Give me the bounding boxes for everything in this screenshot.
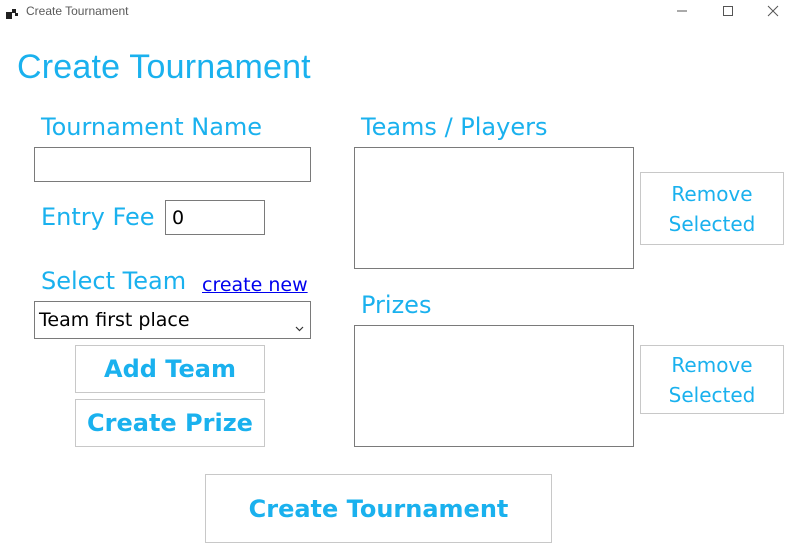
minimize-icon	[677, 10, 687, 12]
title-bar: Create Tournament	[0, 0, 790, 22]
close-button[interactable]	[750, 0, 790, 22]
remove-prizes-label-line1: Remove	[671, 352, 753, 377]
page-title: Create Tournament	[17, 48, 311, 86]
remove-teams-label-line2: Selected	[668, 211, 756, 236]
remove-selected-prizes-button[interactable]: Remove Selected	[640, 345, 784, 414]
maximize-button[interactable]	[705, 0, 751, 22]
maximize-icon	[723, 6, 733, 16]
prizes-listbox[interactable]	[354, 325, 634, 447]
app-icon	[6, 5, 19, 19]
team-dropdown[interactable]: Team first place	[34, 301, 311, 339]
entry-fee-label: Entry Fee	[41, 203, 155, 231]
close-icon	[767, 5, 779, 17]
teams-players-label: Teams / Players	[361, 113, 548, 141]
create-prize-button[interactable]: Create Prize	[75, 399, 265, 447]
chevron-down-icon	[295, 317, 304, 336]
tournament-name-field[interactable]	[34, 147, 311, 182]
tournament-name-label: Tournament Name	[41, 113, 263, 141]
window-title: Create Tournament	[26, 4, 129, 18]
teams-players-listbox[interactable]	[354, 147, 634, 269]
create-new-link[interactable]: create new	[202, 274, 308, 296]
select-team-label: Select Team	[41, 267, 187, 295]
remove-teams-label-line1: Remove	[671, 181, 753, 206]
remove-prizes-label-line2: Selected	[668, 382, 756, 407]
create-tournament-button[interactable]: Create Tournament	[205, 474, 552, 543]
entry-fee-field[interactable]	[165, 200, 265, 235]
remove-selected-teams-button[interactable]: Remove Selected	[640, 172, 784, 245]
team-dropdown-value: Team first place	[39, 309, 190, 331]
entry-fee-input[interactable]	[166, 201, 264, 234]
add-team-button[interactable]: Add Team	[75, 345, 265, 393]
tournament-name-input[interactable]	[35, 148, 310, 181]
minimize-button[interactable]	[659, 0, 705, 22]
prizes-label: Prizes	[361, 291, 432, 319]
